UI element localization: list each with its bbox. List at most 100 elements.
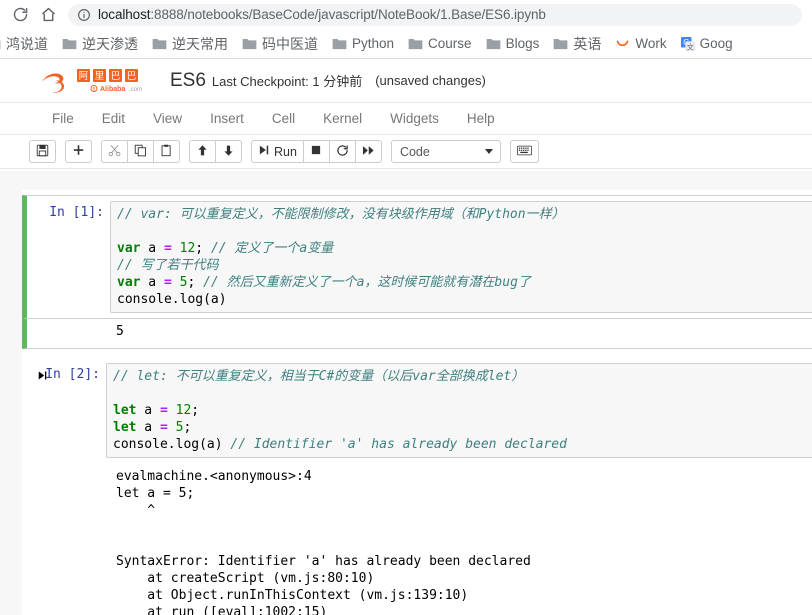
keyboard-icon bbox=[517, 145, 532, 159]
folder-icon bbox=[553, 37, 568, 50]
folder-icon bbox=[332, 37, 347, 50]
menu-view[interactable]: View bbox=[139, 103, 196, 134]
scissors-icon bbox=[108, 144, 121, 160]
svg-text:里: 里 bbox=[95, 71, 105, 82]
menu-cell[interactable]: Cell bbox=[258, 103, 309, 134]
bookmark-course[interactable]: Course bbox=[402, 32, 478, 56]
folder-icon bbox=[152, 37, 167, 50]
code-cell-2-output: evalmachine.<anonymous>:4 let a = 5; ^ S… bbox=[22, 464, 812, 615]
code-token: // 定义了一个a变量 bbox=[210, 241, 334, 256]
bookmark-label: Work bbox=[635, 35, 667, 51]
bookmark-google-translate[interactable]: G 文 Goog bbox=[675, 32, 739, 56]
bookmark-blogs[interactable]: Blogs bbox=[480, 32, 546, 56]
code-cell-2[interactable]: In [2]: // let: 不可以重复定义，相当于C#的变量（以后var全部… bbox=[22, 357, 812, 464]
code-token: // 写了若干代码 bbox=[117, 258, 219, 273]
folder-icon bbox=[0, 37, 1, 50]
svg-text:巴: 巴 bbox=[127, 71, 137, 82]
bookmark-label: 逆天渗透 bbox=[82, 35, 138, 52]
cell-type-value: Code bbox=[399, 144, 430, 159]
restart-icon bbox=[336, 144, 349, 160]
bookmark-label: Blogs bbox=[505, 35, 540, 51]
page-info-icon[interactable] bbox=[77, 8, 91, 22]
cell-type-dropdown[interactable]: Code bbox=[390, 140, 501, 163]
floppy-disk-icon bbox=[36, 144, 49, 160]
toolbar-group-clipboard bbox=[101, 140, 180, 163]
bookmark-python[interactable]: Python bbox=[326, 32, 400, 56]
interrupt-kernel-button[interactable] bbox=[302, 140, 330, 163]
paste-cell-button[interactable] bbox=[153, 140, 180, 163]
bookmark-yingyu[interactable]: 英语 bbox=[547, 32, 607, 56]
paste-icon bbox=[160, 144, 173, 160]
cut-cell-button[interactable] bbox=[101, 140, 128, 163]
bookmark-work[interactable]: Work bbox=[609, 32, 672, 56]
reload-button[interactable] bbox=[6, 1, 34, 29]
bookmark-hongshuodao[interactable]: 鸿说道 bbox=[0, 32, 54, 56]
play-step-icon[interactable] bbox=[37, 370, 51, 383]
menu-file[interactable]: File bbox=[38, 103, 88, 134]
reload-icon bbox=[12, 6, 29, 23]
alibaba-logo[interactable]: 阿 里 巴 巴 R Alibaba .com bbox=[38, 65, 156, 97]
svg-text:阿: 阿 bbox=[79, 71, 89, 82]
arrow-up-icon bbox=[196, 144, 209, 160]
bookmark-mazhongyidao[interactable]: 码中医道 bbox=[236, 32, 324, 56]
bookmark-label: Python bbox=[352, 35, 395, 51]
notebook-scroll-container[interactable]: In [1]: // var: 可以重复定义，不能限制修改，没有块级作用域（和P… bbox=[0, 171, 812, 615]
cell-1-prompt: In [1]: bbox=[49, 205, 104, 220]
last-checkpoint-label: Last Checkpoint: 1 分钟前 bbox=[211, 74, 363, 89]
move-cell-down-button[interactable] bbox=[215, 140, 242, 163]
folder-icon bbox=[408, 37, 423, 50]
code-token: = bbox=[159, 403, 168, 418]
menu-help[interactable]: Help bbox=[453, 103, 509, 134]
menu-insert[interactable]: Insert bbox=[196, 103, 258, 134]
run-icon bbox=[258, 144, 270, 159]
notebook-toolbar: Run Code bbox=[0, 135, 812, 169]
home-button[interactable] bbox=[34, 1, 62, 29]
bookmark-nitianchangyong[interactable]: 逆天常用 bbox=[146, 32, 234, 56]
code-cell-1[interactable]: In [1]: // var: 可以重复定义，不能限制修改，没有块级作用域（和P… bbox=[22, 195, 812, 319]
folder-icon bbox=[242, 37, 257, 50]
code-token: // let: 不可以重复定义，相当于C#的变量（以后var全部换成let） bbox=[113, 369, 525, 384]
keyboard-shortcuts-button[interactable] bbox=[509, 140, 539, 163]
move-cell-up-button[interactable] bbox=[189, 140, 216, 163]
menu-edit[interactable]: Edit bbox=[88, 103, 139, 134]
address-bar[interactable]: localhost:8888/notebooks/BaseCode/javasc… bbox=[68, 3, 802, 26]
save-button[interactable] bbox=[29, 140, 56, 163]
insert-cell-below-button[interactable] bbox=[65, 140, 92, 163]
menu-kernel[interactable]: Kernel bbox=[309, 103, 376, 134]
notebook-paper: In [1]: // var: 可以重复定义，不能限制修改，没有块级作用域（和P… bbox=[22, 190, 812, 615]
svg-text:文: 文 bbox=[686, 42, 693, 51]
code-token: var bbox=[117, 275, 141, 290]
code-token: let bbox=[113, 403, 137, 418]
cell-2-output-prompt bbox=[32, 464, 110, 468]
bookmark-label: 鸿说道 bbox=[6, 35, 48, 52]
cell-1-output-prompt bbox=[32, 319, 110, 323]
orange-arc-icon bbox=[615, 36, 630, 51]
svg-text:Alibaba: Alibaba bbox=[100, 86, 125, 93]
folder-icon bbox=[62, 37, 77, 50]
address-bar-url: localhost:8888/notebooks/BaseCode/javasc… bbox=[98, 4, 546, 26]
restart-kernel-button[interactable] bbox=[328, 140, 356, 163]
bookmark-nitianshentou[interactable]: 逆天渗透 bbox=[56, 32, 144, 56]
svg-text:.com: .com bbox=[129, 87, 142, 93]
toolbar-group-insert bbox=[65, 140, 92, 163]
toolbar-group-move bbox=[189, 140, 242, 163]
chevron-down-icon bbox=[484, 149, 493, 154]
code-token: a bbox=[136, 420, 160, 435]
bookmark-label: Course bbox=[428, 35, 472, 51]
bookmark-label: 码中医道 bbox=[262, 35, 318, 52]
url-host: localhost bbox=[98, 6, 151, 22]
notebook-name[interactable]: ES6 bbox=[170, 70, 206, 92]
menu-widgets[interactable]: Widgets bbox=[376, 103, 453, 134]
code-token: var bbox=[117, 241, 141, 256]
run-cell-button[interactable]: Run bbox=[251, 140, 304, 163]
unsaved-changes-label: (unsaved changes) bbox=[375, 73, 486, 88]
code-token: ; bbox=[195, 241, 211, 256]
cell-2-input[interactable]: // let: 不可以重复定义，相当于C#的变量（以后var全部换成let） l… bbox=[106, 363, 812, 458]
stop-square-icon bbox=[310, 144, 322, 159]
cell-1-input[interactable]: // var: 可以重复定义，不能限制修改，没有块级作用域（和Python一样）… bbox=[110, 201, 812, 313]
code-token: = bbox=[163, 241, 172, 256]
restart-run-all-button[interactable] bbox=[354, 140, 382, 163]
copy-cell-button[interactable] bbox=[127, 140, 154, 163]
